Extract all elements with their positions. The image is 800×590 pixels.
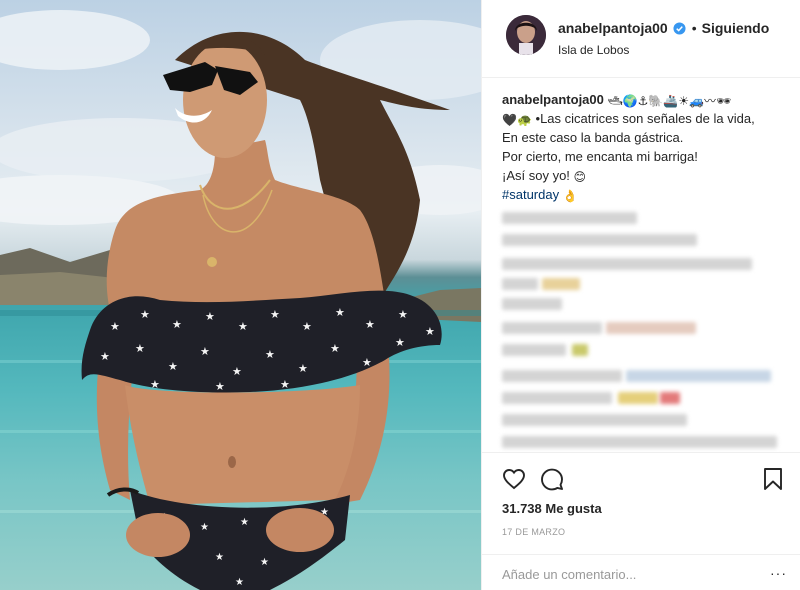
caption-line-hashtag: #saturday 👌 [502, 185, 787, 204]
caption-text-1: •Las cicatrices son señales de la vida, [535, 111, 755, 126]
avatar-image [506, 15, 546, 55]
caption-line-4: ¡Así soy yo! 😊 [502, 166, 787, 185]
location-link[interactable]: Isla de Lobos [558, 43, 629, 57]
svg-text:★: ★ [135, 342, 145, 355]
svg-text:★: ★ [110, 320, 120, 333]
caption-text-2: En este caso la banda gástrica. [502, 130, 684, 145]
separator-dot: • [691, 20, 697, 36]
post-date[interactable]: 17 DE MARZO [502, 527, 565, 537]
svg-text:★: ★ [398, 308, 408, 321]
svg-text:★: ★ [335, 306, 345, 319]
svg-text:★: ★ [235, 577, 244, 588]
svg-text:★: ★ [330, 342, 340, 355]
svg-text:★: ★ [172, 318, 182, 331]
svg-text:★: ★ [200, 345, 210, 358]
svg-text:★: ★ [100, 350, 110, 363]
avatar[interactable] [506, 15, 546, 55]
caption-line-1: 🖤🐢 •Las cicatrices son señales de la vid… [502, 109, 787, 128]
svg-text:★: ★ [395, 336, 405, 349]
post-sidebar: anabelpantoja00 • Siguiendo Isla de Lobo… [481, 0, 800, 590]
svg-text:★: ★ [270, 308, 280, 321]
post-caption: anabelpantoja00 🛥🌍⚓🐘🚢☀🚙〰🕶 🖤🐢 •Las cicatr… [502, 90, 787, 204]
username-link[interactable]: anabelpantoja00 [558, 20, 668, 36]
caption-text-4: ¡Así soy yo! [502, 168, 570, 183]
blurred-comment [502, 322, 702, 334]
caption-emoji-lead: 🖤🐢 [502, 113, 532, 127]
comment-input[interactable] [502, 565, 752, 583]
blurred-comment [502, 414, 692, 426]
svg-text:★: ★ [365, 318, 375, 331]
smile-emoji: 😊 [573, 170, 587, 184]
caption-line-user: anabelpantoja00 🛥🌍⚓🐘🚢☀🚙〰🕶 [502, 90, 787, 109]
svg-text:★: ★ [362, 356, 372, 369]
svg-text:★: ★ [140, 308, 150, 321]
bookmark-icon[interactable] [762, 467, 784, 491]
face [183, 42, 267, 158]
blurred-comment [502, 212, 642, 224]
svg-text:★: ★ [205, 310, 215, 323]
svg-text:★: ★ [238, 320, 248, 333]
svg-text:★: ★ [425, 325, 435, 338]
svg-text:★: ★ [215, 552, 224, 563]
post-photo[interactable]: ★ ★ ★ ★ ★ ★ ★ ★ ★ ★ ★ ★ ★ ★ ★ ★ ★ ★ ★ ★ ★ ★ ★ ★ ★ ★ ★ ★ ★ ★ … [0, 0, 481, 590]
blurred-comment [502, 298, 562, 310]
blurred-comment [502, 234, 702, 246]
blurred-comment [502, 392, 702, 404]
svg-text:★: ★ [215, 380, 225, 393]
blurred-comment [502, 436, 782, 448]
svg-text:★: ★ [240, 517, 249, 528]
svg-text:★: ★ [150, 378, 160, 391]
header-user-row: anabelpantoja00 • Siguiendo [558, 20, 769, 36]
svg-text:★: ★ [280, 378, 290, 391]
svg-text:★: ★ [168, 360, 178, 373]
following-button[interactable]: Siguiendo [702, 20, 770, 36]
caption-username[interactable]: anabelpantoja00 [502, 92, 604, 107]
blurred-comment [502, 258, 762, 270]
ok-hand-emoji: 👌 [562, 189, 578, 203]
verified-badge-icon [673, 21, 686, 35]
svg-text:★: ★ [265, 348, 275, 361]
post-actions: 31.738 Me gusta 17 DE MARZO ··· [482, 452, 800, 590]
svg-text:★: ★ [298, 362, 308, 375]
blurred-comment [502, 370, 772, 382]
instagram-post: ★ ★ ★ ★ ★ ★ ★ ★ ★ ★ ★ ★ ★ ★ ★ ★ ★ ★ ★ ★ ★ ★ ★ ★ ★ ★ ★ ★ ★ ★ … [0, 0, 800, 590]
comment-bubble-icon[interactable] [540, 467, 564, 491]
photo-illustration: ★★★ ★★★ ★★★ ★★★ ★★★ ★★★ ★★★ ★ ★ ★ ★ ★ ★ ★ ★★ … [0, 10, 481, 590]
svg-text:★: ★ [200, 522, 209, 533]
blurred-comment [502, 344, 592, 356]
svg-text:★: ★ [302, 320, 312, 333]
comment-box: ··· [482, 554, 800, 590]
svg-text:★: ★ [260, 557, 269, 568]
svg-text:★: ★ [232, 365, 242, 378]
caption-text-3: Por cierto, me encanta mi barriga! [502, 149, 698, 164]
hashtag-link[interactable]: #saturday [502, 187, 559, 202]
likes-count[interactable]: 31.738 Me gusta [502, 501, 602, 516]
caption-emoji-row: 🛥🌍⚓🐘🚢☀🚙〰🕶 [607, 94, 732, 108]
heart-icon[interactable] [502, 467, 526, 491]
post-header: anabelpantoja00 • Siguiendo Isla de Lobo… [482, 0, 800, 78]
blurred-comment [502, 278, 582, 290]
more-options-icon[interactable]: ··· [770, 565, 787, 581]
